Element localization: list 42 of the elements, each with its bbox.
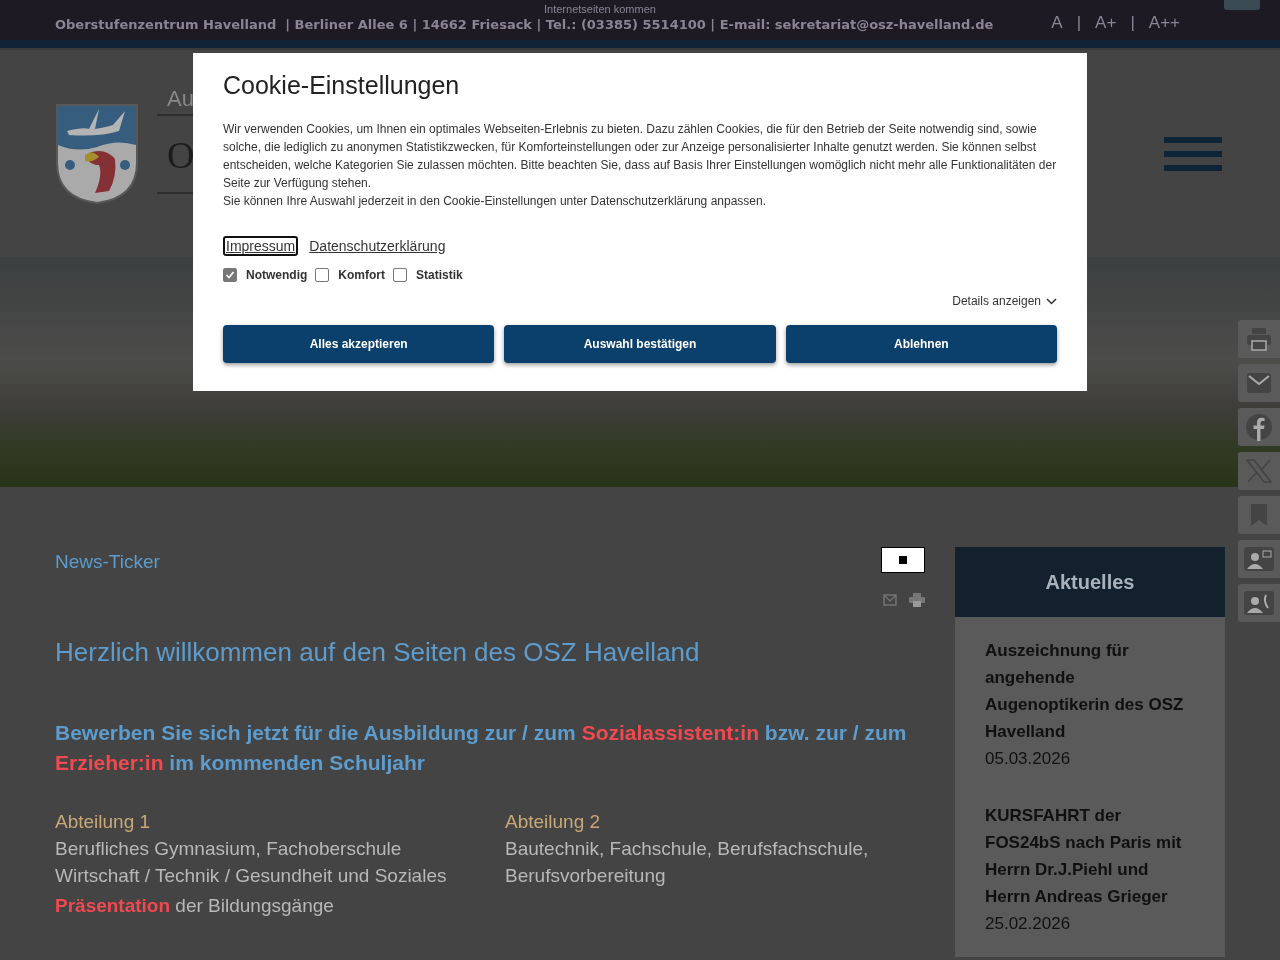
font-size-link[interactable]: A	[1051, 13, 1063, 33]
contact-address: Oberstufenzentrum Havelland | Berliner Allee 6 | 14662 Friesack | Tel.: (03385) 5514100 | E-mail: sekretariat@osz-havelland.de	[55, 16, 994, 32]
news-date: 25.02.2026	[985, 913, 1072, 935]
dialog-button[interactable]: Alles akzeptieren	[223, 325, 495, 363]
chevron-down-icon	[1046, 297, 1057, 305]
checkbox[interactable]	[315, 268, 330, 282]
font-size-link[interactable]: A++	[1148, 13, 1180, 33]
separator-text: |	[1130, 13, 1135, 33]
dialog-text: Sie können Ihre Auswahl jederzeit in den Cookie-Einstellungen unter Datenschutzerklärung anpassen.	[223, 193, 767, 210]
presentation-text: Präsentation der Bildungsgänge	[55, 894, 335, 918]
details-toggle[interactable]: Details anzeigen	[952, 294, 1041, 308]
separator-text: |	[1076, 13, 1082, 33]
mail-icon[interactable]	[1238, 364, 1280, 402]
contact-phone-icon[interactable]	[1238, 584, 1280, 622]
facebook-icon[interactable]	[1238, 408, 1280, 446]
department-title: Abteilung 2	[505, 810, 602, 834]
dialog-link[interactable]: Datenschutzerklärung	[306, 236, 449, 256]
pause-button[interactable]	[881, 547, 925, 573]
news-ticker-label: News-Ticker	[55, 551, 160, 574]
marquee-text: Internetseiten kommen	[544, 3, 656, 15]
mail-icon[interactable]	[881, 594, 897, 606]
dialog-button[interactable]: Ablehnen	[785, 325, 1057, 363]
welcome-heading: Herzlich willkommen auf den Seiten des OSZ Havelland	[55, 637, 701, 668]
checkbox-label: Statistik	[416, 268, 463, 282]
news-date: 05.03.2026	[985, 748, 1072, 770]
checkbox[interactable]	[393, 268, 407, 282]
dialog-button[interactable]: Auswahl bestätigen	[504, 325, 776, 363]
coat-of-arms-icon	[55, 102, 139, 205]
department-description: Bautechnik, Fachschule, Berufsfachschule, Berufsvorbereitung	[505, 837, 870, 888]
checkbox-label: Komfort	[338, 268, 385, 282]
application-text: Bewerben Sie sich jetzt für die Ausbildung zur / zum Sozialassistent:in bzw. zur / zum Erzieher:in im kommenden Schuljahr	[55, 720, 908, 776]
font-size-link[interactable]: A+	[1095, 13, 1117, 33]
department-title: Abteilung 1	[55, 810, 152, 834]
print-icon[interactable]	[909, 593, 925, 607]
dialog-title: Cookie-Einstellungen	[223, 71, 461, 100]
contact-mail-icon[interactable]	[1238, 540, 1280, 578]
site-subtitle: Au	[167, 85, 194, 112]
dialog-text: Wir verwenden Cookies, um Ihnen ein optimales Webseiten-Erlebnis zu bieten. Dazu zählen Cookies, die für den Betrieb der Seite notwendig sind, sowie solche, die lediglich zu anonymen Statistikzwecken, für Komforteinstellungen oder zur Anzeige personalisierter Inhalte genutzt werden. Sie können selbst entscheiden, welche Kategorien Sie zulassen möchten. Bitte beachten Sie, dass auf Basis Ihrer Einstellungen womöglich nicht mehr alle Funktionalitäten der Seite zur Verfügung stehen.	[223, 121, 1057, 192]
news-panel-title: Aktuelles	[1045, 570, 1135, 594]
print-icon[interactable]	[1238, 320, 1280, 358]
dialog-link[interactable]: Impressum	[223, 236, 299, 256]
checkbox-label: Notwendig	[246, 268, 308, 282]
